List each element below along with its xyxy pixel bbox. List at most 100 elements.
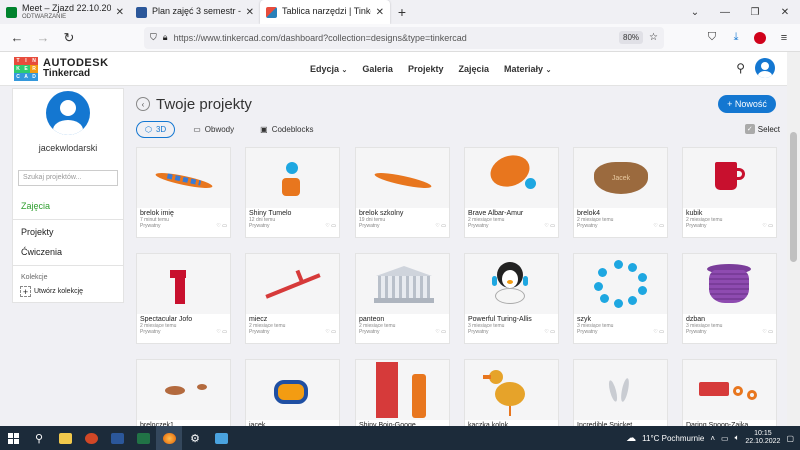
- zoom-level[interactable]: 80%: [619, 31, 644, 44]
- create-collection-button[interactable]: + Utwórz kolekcję: [20, 286, 123, 297]
- close-icon[interactable]: ✕: [246, 7, 254, 18]
- browser-tab-mail[interactable]: Plan zajęć 3 semestr - Poczta w ✕: [130, 0, 260, 24]
- project-card[interactable]: Spectacular Jofo 2 miesiące temu Prywatn…: [136, 253, 231, 344]
- menu-icon[interactable]: ≡: [774, 28, 794, 48]
- new-design-button[interactable]: + Nowość: [718, 95, 776, 113]
- chevron-down-icon[interactable]: ⌄: [680, 0, 710, 24]
- project-card[interactable]: panteon 2 miesiące temu Prywatny ♡ ▭: [355, 253, 450, 344]
- chevron-up-icon[interactable]: ˄: [710, 434, 715, 443]
- project-card[interactable]: dzban 3 miesiące temu Prywatny ♡ ▭: [682, 253, 777, 344]
- heart-icon[interactable]: ♡ ▭: [544, 223, 555, 229]
- heart-icon[interactable]: ♡ ▭: [216, 329, 227, 335]
- heart-icon[interactable]: ♡ ▭: [435, 223, 446, 229]
- clock[interactable]: 10:15 22.10.2022: [745, 430, 780, 445]
- heart-icon[interactable]: ♡ ▭: [653, 329, 664, 335]
- powerpoint-icon[interactable]: [78, 426, 104, 450]
- heart-icon[interactable]: ♡ ▭: [325, 329, 336, 335]
- forward-arrow-icon[interactable]: →: [32, 27, 54, 49]
- filter-codeblocks[interactable]: ▣ Codeblocks: [252, 122, 321, 137]
- filter-obwody[interactable]: ▭ Obwody: [185, 122, 242, 137]
- search-icon[interactable]: ⚲: [736, 61, 745, 75]
- select-toggle[interactable]: ✓ Select: [744, 124, 780, 134]
- heart-icon[interactable]: ♡ ▭: [653, 223, 664, 229]
- project-privacy: Prywatny: [686, 223, 707, 229]
- settings-gear-icon[interactable]: ⚙: [182, 426, 208, 450]
- close-window-icon[interactable]: ✕: [770, 0, 800, 24]
- tinkercad-favicon-icon: [266, 6, 277, 18]
- nav-materialy[interactable]: Materiały ⌄: [504, 64, 551, 74]
- heart-icon[interactable]: ♡ ▭: [325, 223, 336, 229]
- heart-icon[interactable]: ♡ ▭: [762, 223, 773, 229]
- project-card[interactable]: miecz 2 miesiące temu Prywatny ♡ ▭: [245, 253, 340, 344]
- network-icon[interactable]: ▭: [721, 434, 729, 443]
- project-card[interactable]: brelok szkolny 19 dni temu Prywatny ♡ ▭: [355, 147, 450, 238]
- cube-icon: ⬡: [145, 124, 152, 134]
- new-tab-button[interactable]: +: [390, 0, 414, 24]
- project-card[interactable]: Jacek brelok4 2 miesiące temu Prywatny ♡ …: [573, 147, 668, 238]
- project-name: szyk: [577, 316, 591, 323]
- nav-edycja[interactable]: Edycja ⌄: [310, 64, 347, 74]
- shield-icon: ⛉: [150, 32, 157, 42]
- back-button[interactable]: ‹: [136, 97, 150, 111]
- project-card[interactable]: Brave Albar-Amur 2 miesiące temu Prywatn…: [464, 147, 559, 238]
- notifications-icon[interactable]: ▢: [786, 434, 794, 443]
- profile-avatar[interactable]: [46, 91, 90, 135]
- project-thumbnail: [465, 148, 558, 208]
- firefox-icon[interactable]: [156, 426, 182, 450]
- tab-title: Tablica narzędzi | Tinkercad: [282, 7, 371, 17]
- url-text: https://www.tinkercad.com/dashboard?coll…: [173, 32, 467, 43]
- browser-tab-meet[interactable]: Meet – Zjazd 22.10.2022ODTWARZANIE ✕: [0, 0, 130, 24]
- project-card[interactable]: Shiny Tumelo 12 dni temu Prywatny ♡ ▭: [245, 147, 340, 238]
- nav-projekty[interactable]: Projekty: [408, 64, 444, 74]
- adblock-icon[interactable]: [750, 28, 770, 48]
- back-arrow-icon[interactable]: ←: [6, 27, 28, 49]
- tinkercad-logo[interactable]: T I N K E R C A D: [14, 56, 38, 81]
- project-privacy: Prywatny: [577, 329, 598, 335]
- speaker-icon[interactable]: 🔈︎: [735, 433, 740, 443]
- brand-name: AUTODESK Tinkercad: [43, 58, 109, 79]
- project-card[interactable]: Powerful Turing-Allis 3 miesiące temu Pr…: [464, 253, 559, 344]
- project-card[interactable]: brelok imię 7 minut temu Prywatny ♡ ▭: [136, 147, 231, 238]
- weather-text[interactable]: 11°C Pochmurnie: [642, 434, 704, 443]
- project-name: panteon: [359, 316, 385, 323]
- close-icon[interactable]: ✕: [376, 7, 384, 18]
- search-icon[interactable]: ⚲: [26, 426, 52, 450]
- scrollbar-thumb[interactable]: [790, 132, 797, 262]
- page-scrollbar[interactable]: [787, 52, 800, 426]
- nav-zajecia[interactable]: Zajęcia: [458, 64, 489, 74]
- heart-icon[interactable]: ♡ ▭: [762, 329, 773, 335]
- nav-galeria[interactable]: Galeria: [362, 64, 393, 74]
- restore-icon[interactable]: ❐: [740, 0, 770, 24]
- heart-icon[interactable]: ♡ ▭: [216, 223, 227, 229]
- minimize-icon[interactable]: —: [710, 0, 740, 24]
- reload-icon[interactable]: ↻: [58, 27, 80, 49]
- pocket-icon[interactable]: ⛉: [702, 28, 722, 48]
- filter-3d[interactable]: ⬡ 3D: [136, 120, 176, 138]
- sidebar-item-projekty[interactable]: Projekty: [21, 227, 123, 237]
- photos-icon[interactable]: [208, 426, 234, 450]
- window-controls: ⌄ — ❐ ✕: [680, 0, 800, 24]
- user-avatar[interactable]: [755, 58, 775, 78]
- project-card[interactable]: kubik 2 miesiące temu Prywatny ♡ ▭: [682, 147, 777, 238]
- file-explorer-icon[interactable]: [52, 426, 78, 450]
- mail-favicon-icon: [136, 6, 147, 18]
- star-icon[interactable]: ☆: [649, 32, 658, 43]
- url-bar[interactable]: ⛉ 🔒︎ https://www.tinkercad.com/dashboard…: [144, 26, 664, 49]
- close-icon[interactable]: ✕: [116, 7, 124, 18]
- browser-tab-tinkercad[interactable]: Tablica narzędzi | Tinkercad ✕: [260, 0, 390, 24]
- username[interactable]: jacekwlodarski: [13, 143, 123, 153]
- project-name: brelok4: [577, 210, 600, 217]
- heart-icon[interactable]: ♡ ▭: [435, 329, 446, 335]
- sidebar: jacekwlodarski Szukaj projektów... Zajęc…: [12, 88, 124, 303]
- clock-date: 22.10.2022: [745, 438, 781, 445]
- sidebar-item-cwiczenia[interactable]: Ćwiczenia: [21, 247, 123, 257]
- excel-icon[interactable]: [130, 426, 156, 450]
- windows-start-icon[interactable]: [0, 426, 26, 450]
- search-projects-input[interactable]: Szukaj projektów...: [18, 170, 118, 186]
- word-icon[interactable]: [104, 426, 130, 450]
- project-card[interactable]: szyk 3 miesiące temu Prywatny ♡ ▭: [573, 253, 668, 344]
- heart-icon[interactable]: ♡ ▭: [544, 329, 555, 335]
- avatar-head: [60, 100, 76, 116]
- sidebar-item-zajecia[interactable]: Zajęcia: [21, 201, 123, 211]
- download-icon[interactable]: ⤓: [726, 28, 746, 48]
